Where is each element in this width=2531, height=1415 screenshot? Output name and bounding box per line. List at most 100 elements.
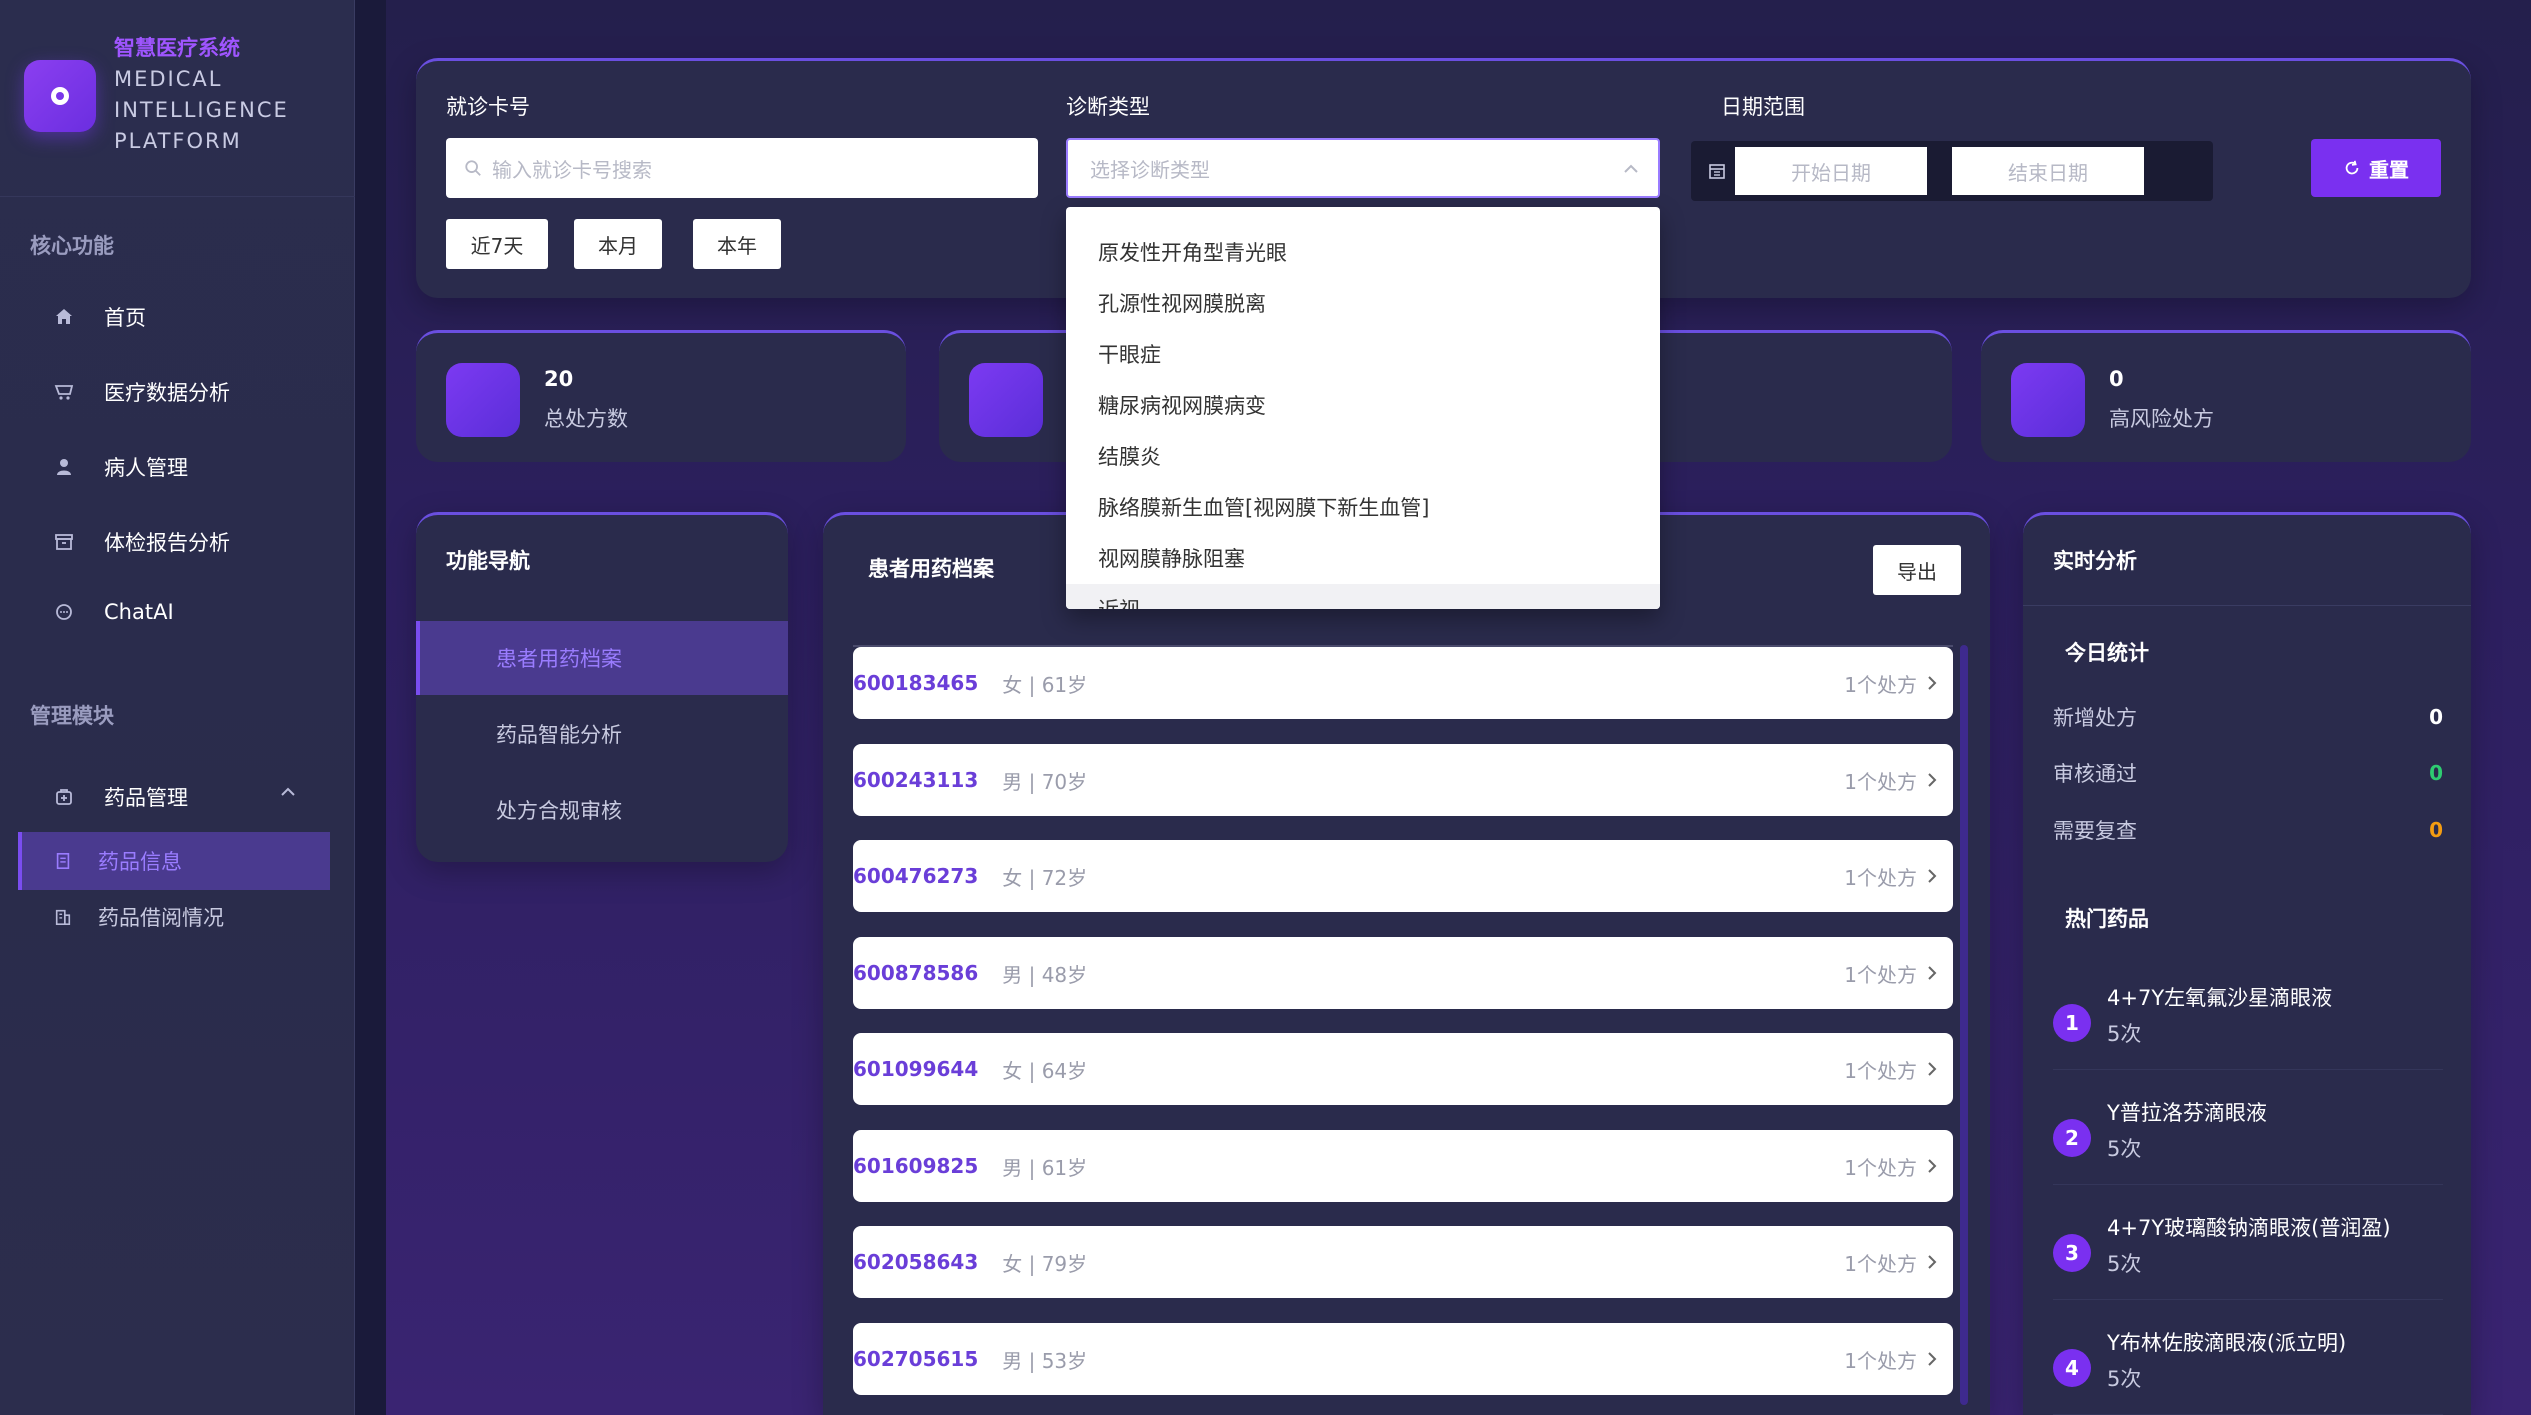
today-stat-label: 新增处方 [2053, 706, 2137, 730]
sidebar-item-home[interactable]: 首页 [52, 302, 146, 332]
chevron-up-icon [1624, 164, 1638, 173]
table-row[interactable]: 600878586 男 | 48岁 1个处方 [853, 937, 1953, 1009]
row-prescription-count: 1个处方 [1844, 1155, 1917, 1180]
chevron-right-icon [1928, 1159, 1937, 1173]
chat-icon [52, 600, 76, 624]
row-patient-meta: 男 | 61岁 [1002, 1155, 1088, 1180]
sidebar-item-chatai[interactable]: ChatAI [52, 600, 174, 624]
stat-icon [2011, 363, 2085, 437]
dropdown-option[interactable]: 近视 [1066, 584, 1660, 609]
diag-select[interactable]: 选择诊断类型 [1066, 138, 1660, 198]
row-card-number: 600183465 [853, 671, 979, 695]
table-row[interactable]: 600476273 女 | 72岁 1个处方 [853, 840, 1953, 912]
stat-icon [446, 363, 520, 437]
list-item[interactable]: 1 4+7Y左氧氟沙星滴眼液 5次 [2053, 970, 2443, 1070]
dropdown-option[interactable]: 视网膜静脉阻塞 [1066, 533, 1660, 583]
list-item[interactable]: 3 4+7Y玻璃酸钠滴眼液(普润盈) 5次 [2053, 1200, 2443, 1300]
table-row[interactable]: 602705615 男 | 53岁 1个处方 [853, 1323, 1953, 1395]
sidebar: 智慧医疗系统 MEDICAL INTELLIGENCE PLATFORM 核心功… [0, 0, 355, 1415]
drug-name: Y普拉洛芬滴眼液 [2107, 1101, 2267, 1125]
dropdown-option[interactable]: 结膜炎 [1066, 431, 1660, 481]
row-prescription-count: 1个处方 [1844, 1348, 1917, 1373]
dropdown-option[interactable]: 脉络膜新生血管[视网膜下新生血管] [1066, 482, 1660, 532]
today-stat-approved: 审核通过 0 [2053, 753, 2443, 793]
dropdown-option[interactable]: 原发性开角型青光眼 [1066, 227, 1660, 277]
table-row[interactable]: 601099644 女 | 64岁 1个处方 [853, 1033, 1953, 1105]
logo-icon [51, 87, 69, 105]
sidebar-item-reports[interactable]: 体检报告分析 [52, 527, 230, 557]
card-search-input[interactable]: 输入就诊卡号搜索 [446, 138, 1038, 198]
building-icon [52, 906, 74, 928]
dropdown-option[interactable]: 孔源性视网膜脱离 [1066, 278, 1660, 328]
quick-year-button[interactable]: 本年 [693, 219, 781, 269]
row-prescription-count: 1个处方 [1844, 865, 1917, 890]
fn-item-drug-analysis[interactable]: 药品智能分析 [416, 697, 788, 771]
dropdown-option[interactable]: 糖尿病视网膜病变 [1066, 380, 1660, 430]
rank-badge: 1 [2053, 1004, 2091, 1042]
row-card-number: 601099644 [853, 1057, 979, 1081]
calendar-icon [1709, 164, 1725, 179]
chevron-up-icon[interactable] [278, 782, 298, 802]
list-item[interactable]: 4 Y布林佐胺滴眼液(派立明) 5次 [2053, 1315, 2443, 1415]
fn-item-compliance-audit[interactable]: 处方合规审核 [416, 773, 788, 847]
brand-logo [24, 60, 96, 132]
row-card-number: 602058643 [853, 1250, 979, 1274]
patient-list-title: 患者用药档案 [868, 557, 994, 581]
row-card-number: 600878586 [853, 961, 979, 985]
sidebar-item-label: 体检报告分析 [104, 531, 230, 555]
export-button[interactable]: 导出 [1873, 545, 1961, 595]
sidebar-item-label: 药品信息 [98, 850, 182, 874]
sidebar-item-label: 医疗数据分析 [104, 381, 230, 405]
today-stat-value: 0 [2429, 761, 2443, 785]
row-card-number: 601609825 [853, 1154, 979, 1178]
list-item[interactable]: 2 Y普拉洛芬滴眼液 5次 [2053, 1085, 2443, 1185]
chevron-right-icon [1928, 1352, 1937, 1366]
row-prescription-count: 1个处方 [1844, 1251, 1917, 1276]
chevron-right-icon [1928, 869, 1937, 883]
chevron-right-icon [1928, 1255, 1937, 1269]
reset-button[interactable]: 重置 [2311, 139, 2441, 197]
list-scrollbar[interactable] [1960, 645, 1968, 1405]
quick-7days-button[interactable]: 近7天 [446, 219, 548, 269]
document-icon [52, 850, 74, 872]
sidebar-item-drug-management[interactable]: 药品管理 [52, 782, 302, 812]
row-patient-meta: 男 | 70岁 [1002, 769, 1088, 794]
table-row[interactable]: 601609825 男 | 61岁 1个处方 [853, 1130, 1953, 1202]
date-start-input[interactable]: 开始日期 [1735, 147, 1927, 195]
sidebar-item-label: 药品管理 [104, 786, 188, 810]
sidebar-item-drug-info[interactable]: 药品信息 [18, 832, 330, 890]
realtime-panel: 实时分析 今日统计 新增处方 0 审核通过 0 需要复查 0 热门药品 1 4+… [2023, 512, 2471, 1415]
realtime-title: 实时分析 [2053, 549, 2137, 573]
divider [0, 196, 355, 197]
sidebar-item-medical-analysis[interactable]: 医疗数据分析 [52, 377, 230, 407]
date-end-input[interactable]: 结束日期 [1952, 147, 2144, 195]
rank-badge: 3 [2053, 1234, 2091, 1272]
brand-name-en-2: INTELLIGENCE [114, 98, 289, 122]
sidebar-item-patients[interactable]: 病人管理 [52, 452, 188, 482]
sidebar-item-drug-borrow[interactable]: 药品借阅情况 [18, 888, 330, 946]
dropdown-option[interactable]: 干眼症 [1066, 329, 1660, 379]
stat-label: 高风险处方 [2109, 407, 2214, 431]
row-card-number: 600243113 [853, 768, 979, 792]
sidebar-item-label: ChatAI [104, 600, 174, 624]
card-label: 就诊卡号 [446, 95, 530, 119]
drug-count: 5次 [2107, 1367, 2142, 1391]
table-row[interactable]: 600183465 女 | 61岁 1个处方 [853, 647, 1953, 719]
row-patient-meta: 女 | 64岁 [1002, 1058, 1088, 1083]
user-icon [52, 455, 76, 479]
sidebar-item-label: 病人管理 [104, 456, 188, 480]
quick-month-button[interactable]: 本月 [574, 219, 662, 269]
drug-count: 5次 [2107, 1252, 2142, 1276]
box-icon [52, 530, 76, 554]
date-range-picker[interactable]: 开始日期 结束日期 [1691, 141, 2213, 201]
home-icon [52, 305, 76, 329]
table-row[interactable]: 602058643 女 | 79岁 1个处方 [853, 1226, 1953, 1298]
date-label: 日期范围 [1721, 95, 1805, 119]
fn-item-patient-records[interactable]: 患者用药档案 [416, 621, 788, 695]
table-row[interactable]: 600243113 男 | 70岁 1个处方 [853, 744, 1953, 816]
brand-name-en-1: MEDICAL [114, 67, 223, 91]
row-patient-meta: 女 | 79岁 [1002, 1251, 1088, 1276]
search-icon [465, 160, 481, 176]
row-prescription-count: 1个处方 [1844, 1058, 1917, 1083]
hot-drugs-title: 热门药品 [2065, 907, 2149, 931]
